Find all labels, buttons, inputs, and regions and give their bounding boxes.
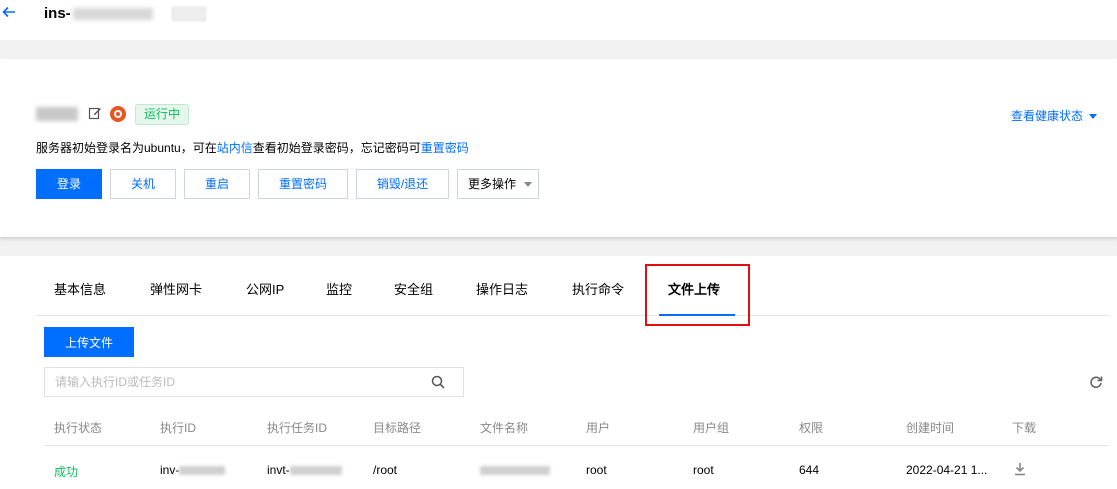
table-header: 执行状态 执行ID 执行任务ID 目标路径 文件名称 用户 用户组 权限 创建时…: [44, 406, 1109, 446]
column-header: 权限: [799, 421, 824, 435]
tab-public-ip[interactable]: 公网IP: [246, 279, 284, 298]
login-tip-text-1: 服务器初始登录名为ubuntu，可在: [36, 141, 217, 155]
edit-icon[interactable]: [88, 106, 102, 120]
destroy-button[interactable]: 销毁/退还: [356, 169, 449, 199]
instance-panel: 运行中 查看健康状态 服务器初始登录名为ubuntu，可在站内信查看初始登录密码…: [0, 59, 1117, 237]
target-path: /root: [373, 463, 398, 477]
redacted-instance-id: [72, 8, 153, 21]
health-status-link[interactable]: 查看健康状态: [1011, 107, 1097, 124]
more-actions-label: 更多操作: [468, 177, 517, 191]
user-group: root: [693, 463, 714, 477]
status-badge: 运行中: [135, 104, 190, 125]
table-row: 成功 inv- invt- /root root root 644 2022-0…: [44, 448, 1109, 488]
exec-id-prefix: inv-: [160, 463, 180, 477]
tab-bar: 基本信息 弹性网卡 公网IP 监控 安全组 操作日志 执行命令 文件上传: [36, 256, 1109, 316]
column-header: 创建时间: [906, 421, 955, 435]
reset-password-button[interactable]: 重置密码: [258, 169, 348, 199]
instance-id-title: ins-: [44, 5, 153, 22]
column-header: 文件名称: [480, 421, 529, 435]
ubuntu-icon: [110, 106, 126, 122]
exec-status: 成功: [54, 465, 79, 479]
tab-operation-log[interactable]: 操作日志: [476, 279, 528, 298]
task-id: invt-: [267, 463, 342, 477]
arrow-left-icon[interactable]: [2, 3, 16, 23]
file-name: [480, 463, 550, 477]
upload-file-button[interactable]: 上传文件: [44, 327, 134, 357]
task-id-prefix: invt-: [267, 463, 290, 477]
tab-monitoring[interactable]: 监控: [326, 279, 352, 298]
reset-password-link[interactable]: 重置密码: [421, 141, 469, 155]
column-header: 目标路径: [373, 421, 422, 435]
shutdown-button[interactable]: 关机: [110, 169, 176, 199]
inbox-link[interactable]: 站内信: [217, 141, 253, 155]
refresh-icon[interactable]: [1089, 375, 1103, 389]
top-bar: ins-: [0, 0, 1117, 40]
tab-basic-info[interactable]: 基本信息: [54, 279, 106, 298]
tab-security-group[interactable]: 安全组: [394, 279, 433, 298]
column-header: 用户组: [693, 421, 730, 435]
login-button[interactable]: 登录: [36, 169, 102, 199]
caret-down-icon: [1089, 114, 1097, 120]
redacted-instance-name: [36, 107, 78, 121]
exec-id: inv-: [160, 463, 226, 477]
health-status-label: 查看健康状态: [1010, 109, 1083, 123]
permission: 644: [799, 463, 820, 477]
search-box: [44, 367, 464, 397]
login-tip: 服务器初始登录名为ubuntu，可在站内信查看初始登录密码，忘记密码可重置密码: [36, 139, 469, 156]
tab-eni[interactable]: 弹性网卡: [150, 279, 202, 298]
redacted-file-name: [480, 466, 550, 476]
redacted-task-id: [289, 466, 342, 476]
login-tip-text-2: 查看初始登录密码，忘记密码可: [252, 141, 421, 155]
search-input[interactable]: [45, 368, 405, 396]
caret-down-icon: [524, 182, 533, 188]
column-header: 执行任务ID: [267, 421, 328, 435]
download-icon[interactable]: [1014, 462, 1026, 476]
redacted-tag: [172, 7, 206, 21]
tab-run-command[interactable]: 执行命令: [572, 279, 624, 298]
main-content: 基本信息 弹性网卡 公网IP 监控 安全组 操作日志 执行命令 文件上传 上传文…: [0, 256, 1117, 489]
action-bar: 登录 关机 重启 重置密码 销毁/退还 更多操作: [36, 169, 539, 199]
redacted-exec-id: [179, 466, 226, 476]
instance-id-prefix: ins-: [44, 5, 71, 22]
column-header: 下载: [1012, 421, 1037, 435]
highlight-annotation: [645, 264, 750, 326]
user: root: [586, 463, 607, 477]
search-icon[interactable]: [431, 375, 445, 389]
column-header: 用户: [586, 421, 611, 435]
column-header: 执行ID: [160, 421, 197, 435]
created-time: 2022-04-21 1...: [906, 463, 988, 477]
reboot-button[interactable]: 重启: [184, 169, 250, 199]
column-header: 执行状态: [54, 421, 103, 435]
more-actions-dropdown[interactable]: 更多操作: [457, 169, 539, 199]
